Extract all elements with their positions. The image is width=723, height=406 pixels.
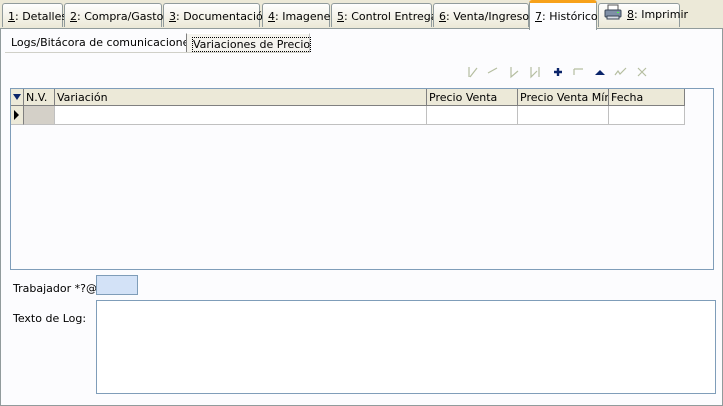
texto-log-label: Texto de Log: (13, 312, 87, 325)
trabajador-field[interactable] (96, 275, 138, 295)
tab-control-entregas[interactable]: 5: Control Entregas (331, 3, 443, 27)
tab-documentacion[interactable]: 3: Documentación (163, 3, 270, 27)
insert-record-button[interactable] (549, 65, 567, 79)
cancel-edit-button[interactable] (633, 65, 651, 79)
trabajador-label: Trabajador *?@ (13, 282, 97, 295)
post-edit-icon (614, 67, 627, 76)
delete-record-icon (573, 68, 583, 75)
tab-detalles[interactable]: 1: Detalles (2, 3, 67, 27)
column-header-fecha[interactable]: Fecha (609, 89, 685, 106)
next-record-button[interactable] (506, 65, 524, 79)
tab-historico[interactable]: 7: Histórico (529, 0, 598, 30)
historico-panel: Logs/Bitácora de comunicaciones Variacio… (0, 28, 723, 406)
edit-record-icon (595, 70, 605, 75)
tab-compra-gastos[interactable]: 2: Compra/Gastos (64, 3, 169, 27)
post-edit-button[interactable] (612, 65, 630, 79)
subtab-logs-bitacora[interactable]: Logs/Bitácora de comunicaciones (5, 33, 195, 53)
texto-log-textarea[interactable] (96, 300, 716, 394)
cell-variacion[interactable] (55, 106, 427, 125)
grid-indicator-header[interactable] (11, 89, 24, 106)
first-record-icon (468, 67, 478, 78)
column-header-variacion[interactable]: Variación (55, 89, 427, 106)
last-record-icon (530, 67, 540, 79)
cell-nv[interactable] (24, 106, 55, 125)
tab-imagenes[interactable]: 4: Imagenes (262, 3, 336, 27)
cell-precio-venta[interactable] (427, 106, 518, 125)
column-header-precio-venta[interactable]: Precio Venta (427, 89, 518, 106)
sort-indicator-icon (13, 94, 21, 100)
row-indicator[interactable] (11, 106, 24, 125)
next-record-icon (510, 67, 519, 79)
variaciones-grid[interactable]: N.V. Variación Precio Venta Precio Venta… (10, 88, 714, 270)
prior-record-button[interactable] (484, 65, 502, 79)
printer-icon (604, 4, 622, 20)
column-header-precio-venta-min[interactable]: Precio Venta Mín. (518, 89, 609, 106)
last-record-button[interactable] (527, 65, 545, 79)
delete-record-button[interactable] (570, 65, 588, 79)
cancel-edit-icon (637, 67, 647, 77)
tab-strip: 1: Detalles 2: Compra/Gastos 3: Document… (0, 0, 723, 30)
insert-record-icon (554, 68, 562, 76)
tab-imprimir[interactable]: 8: Imprimir (598, 3, 688, 27)
tab-venta-ingresos[interactable]: 6: Venta/Ingresos (433, 3, 535, 27)
column-header-nv[interactable]: N.V. (24, 89, 55, 106)
first-record-button[interactable] (464, 65, 482, 79)
cell-precio-venta-min[interactable] (518, 106, 609, 125)
subtab-variaciones-precio[interactable]: Variaciones de Precio (186, 33, 312, 53)
current-row-arrow-icon (14, 110, 19, 120)
prior-record-icon (487, 67, 498, 74)
edit-record-button[interactable] (591, 65, 609, 79)
cell-fecha[interactable] (609, 106, 685, 125)
subtab-underline (5, 52, 310, 53)
